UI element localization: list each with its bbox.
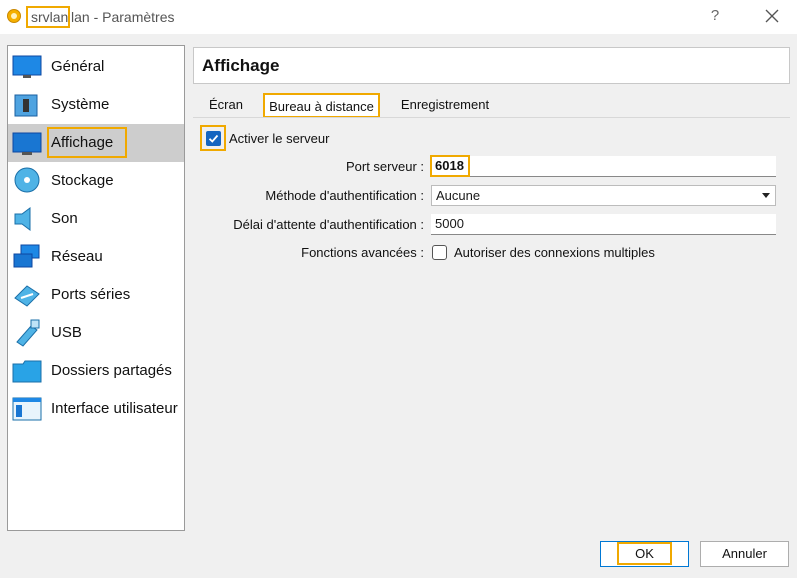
section-header: Affichage	[193, 47, 790, 84]
advanced-label: Fonctions avancées :	[301, 245, 424, 260]
close-icon[interactable]	[762, 6, 782, 26]
enable-server-label: Activer le serveur	[229, 131, 330, 146]
sidebar-item-label: USB	[51, 324, 82, 341]
sidebar-item-storage[interactable]: Stockage	[8, 162, 184, 200]
display-icon	[12, 132, 42, 155]
auth-timeout-input[interactable]: 5000	[431, 214, 776, 235]
window-icon	[12, 397, 42, 421]
app-gear-icon	[7, 9, 21, 23]
sidebar-item-label: Stockage	[51, 172, 114, 189]
multi-connections-label: Autoriser des connexions multiples	[454, 245, 655, 260]
sidebar-item-serial-ports[interactable]: Ports séries	[8, 276, 184, 314]
port-input[interactable]	[431, 156, 776, 177]
sidebar-item-system[interactable]: Système	[8, 86, 184, 124]
network-icon	[13, 244, 40, 268]
serial-port-icon	[14, 285, 40, 307]
settings-sidebar: Général Système Affichage Stockage Son R…	[7, 45, 185, 531]
sidebar-item-user-interface[interactable]: Interface utilisateur	[8, 390, 184, 428]
window-title-host: srvlan	[31, 9, 69, 25]
auth-method-value: Aucune	[436, 188, 481, 203]
sidebar-item-label: Dossiers partagés	[51, 362, 172, 379]
sidebar-item-label: Son	[51, 210, 78, 227]
sidebar-item-shared-folders[interactable]: Dossiers partagés	[8, 352, 184, 390]
sidebar-item-label: Réseau	[51, 248, 103, 265]
chevron-down-icon	[762, 193, 770, 198]
chip-icon	[14, 94, 38, 117]
auth-method-label: Méthode d'authentification :	[265, 188, 424, 203]
auth-method-select[interactable]: Aucune	[431, 185, 776, 206]
disk-icon	[14, 167, 40, 193]
folder-icon	[12, 360, 42, 383]
tab-remote-display[interactable]: Bureau à distance	[263, 93, 380, 118]
sidebar-item-general[interactable]: Général	[8, 48, 184, 86]
sidebar-item-display[interactable]: Affichage	[8, 124, 184, 162]
window-title: lan - Paramètres	[71, 9, 175, 25]
cancel-button[interactable]: Annuler	[700, 541, 789, 567]
tab-divider	[193, 117, 790, 118]
auth-timeout-value: 5000	[435, 216, 464, 231]
sidebar-item-network[interactable]: Réseau	[8, 238, 184, 276]
speaker-icon	[14, 207, 31, 231]
sidebar-item-usb[interactable]: USB	[8, 314, 184, 352]
ok-highlight-box	[617, 542, 672, 565]
sidebar-item-label: Interface utilisateur	[51, 400, 178, 417]
sidebar-item-label: Affichage	[51, 134, 114, 151]
title-bar: srvlan lan - Paramètres ?	[0, 0, 797, 34]
multi-connections-checkbox[interactable]	[432, 245, 447, 260]
tab-recording[interactable]: Enregistrement	[389, 93, 501, 118]
sidebar-item-label: Système	[51, 96, 110, 113]
port-value: 6018	[435, 158, 464, 173]
enable-server-checkbox[interactable]	[206, 131, 221, 146]
page-title: Affichage	[202, 56, 280, 75]
usb-icon	[16, 319, 40, 347]
settings-content-panel	[193, 118, 790, 532]
sidebar-item-label: Général	[51, 58, 105, 75]
sidebar-item-label: Ports séries	[51, 286, 131, 303]
monitor-icon	[12, 55, 42, 78]
port-label: Port serveur :	[345, 159, 424, 174]
auth-timeout-label: Délai d'attente d'authentification :	[233, 217, 424, 232]
tab-screen[interactable]: Écran	[196, 93, 256, 118]
sidebar-item-sound[interactable]: Son	[8, 200, 184, 238]
help-button[interactable]: ?	[706, 7, 724, 27]
